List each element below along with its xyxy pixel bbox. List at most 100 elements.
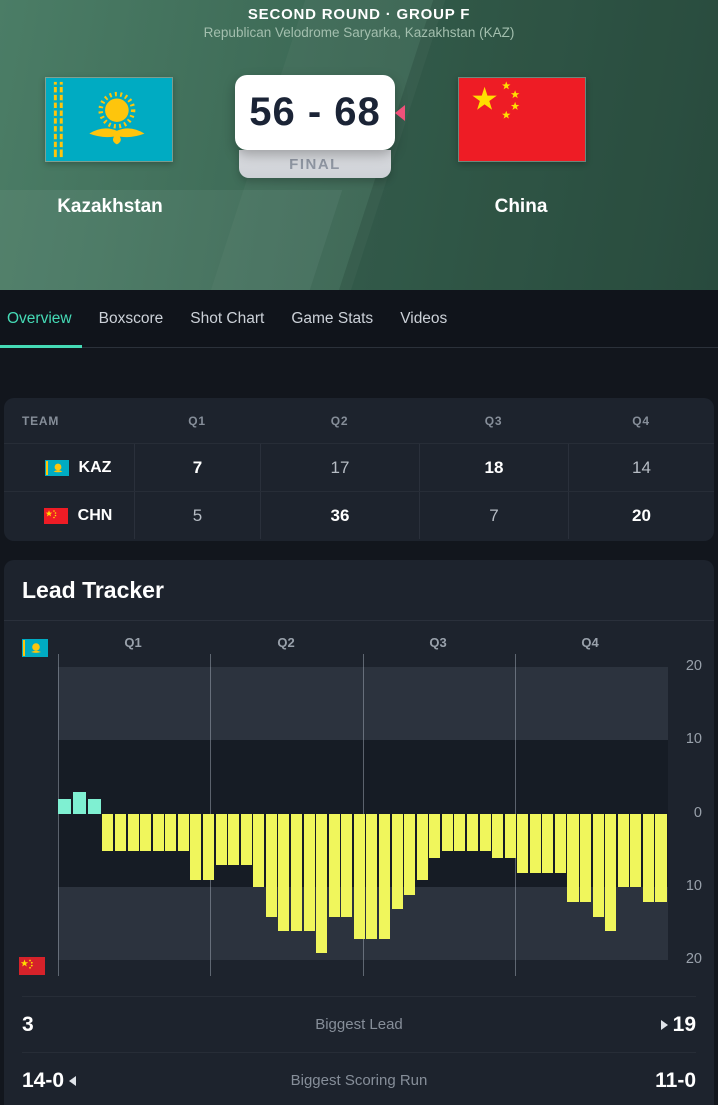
round-title: SECOND ROUND · GROUP F (0, 6, 718, 23)
china-flag (458, 77, 586, 162)
y-axis-label-20-top: 20 (664, 658, 702, 674)
lead-bar (505, 814, 516, 858)
tab-bar: Overview Boxscore Shot Chart Game Stats … (0, 290, 718, 348)
lead-bar (618, 814, 629, 887)
venue-label: Republican Velodrome Saryarka, Kazakhsta… (0, 25, 718, 40)
lead-tracker-stats: Biggest Lead 3 19 Biggest Scoring Run 14… (4, 996, 714, 1105)
lead-bar (88, 799, 101, 814)
col-header-q1: Q1 (134, 414, 260, 428)
lead-bar (593, 814, 604, 917)
chart-q4-label: Q4 (550, 635, 630, 650)
table-header-row: TEAM Q1 Q2 Q3 Q4 (4, 398, 714, 443)
game-status: FINAL (239, 150, 391, 178)
col-header-q3: Q3 (419, 414, 568, 428)
final-score: 56 - 68 (235, 75, 395, 150)
lead-tracker-card: Lead Tracker Q1 Q2 Q3 Q4 20 10 0 10 20 (4, 560, 714, 1105)
lead-tracker-chart: Q1 Q2 Q3 Q4 20 10 0 10 20 (4, 621, 714, 989)
chn-flag-chip (44, 508, 68, 524)
biggest-lead-row: Biggest Lead 3 19 (4, 997, 714, 1052)
kaz-flag-chip (22, 639, 48, 657)
lead-bar (580, 814, 591, 902)
lead-bar (304, 814, 315, 931)
lead-bar (555, 814, 566, 873)
table-row-kaz: KAZ 7 17 18 14 (4, 443, 714, 491)
lead-bar (140, 814, 151, 851)
col-header-q2: Q2 (260, 414, 419, 428)
kaz-q1: 7 (134, 444, 260, 491)
y-axis-label-10-top: 10 (664, 731, 702, 747)
chart-q3-label: Q3 (398, 635, 478, 650)
y-axis-label-10-bottom: 10 (664, 878, 702, 894)
lead-bar (102, 814, 113, 851)
lead-tracker-title: Lead Tracker (4, 560, 714, 620)
lead-bar (655, 814, 666, 902)
lead-bar (278, 814, 289, 931)
chn-q4: 20 (568, 492, 714, 539)
lead-bar (190, 814, 201, 880)
lead-bar (417, 814, 428, 880)
away-team-name: China (411, 196, 631, 218)
chn-flag-chip (19, 957, 45, 975)
biggest-run-row: Biggest Scoring Run 14-0 11-0 (4, 1053, 714, 1105)
lead-bar (567, 814, 578, 902)
lead-bar (58, 799, 71, 814)
lead-bar (165, 814, 176, 851)
kazakhstan-flag (45, 77, 173, 162)
lead-bar (316, 814, 327, 953)
lead-bar (392, 814, 403, 909)
lead-bar (429, 814, 440, 858)
lead-bar (241, 814, 252, 865)
lead-bar (379, 814, 390, 939)
chn-q1: 5 (134, 492, 260, 539)
lead-bar (128, 814, 139, 851)
chn-q2: 36 (260, 492, 419, 539)
quarter-score-table: TEAM Q1 Q2 Q3 Q4 KAZ 7 17 18 14 CHN (4, 398, 714, 541)
tab-boxscore[interactable]: Boxscore (99, 310, 164, 328)
kaz-q2: 17 (260, 444, 419, 491)
lead-bar (530, 814, 541, 873)
lead-bar (517, 814, 528, 873)
lead-bar (216, 814, 227, 865)
game-page: SECOND ROUND · GROUP F Republican Velodr… (0, 0, 718, 1105)
lead-bar (643, 814, 654, 902)
lead-bar (291, 814, 302, 931)
tab-game-stats[interactable]: Game Stats (291, 310, 373, 328)
y-axis-label-20-bottom: 20 (664, 951, 702, 967)
status-label: FINAL (289, 156, 341, 173)
chart-q2-label: Q2 (246, 635, 326, 650)
lead-bar (454, 814, 465, 851)
lead-bar (542, 814, 553, 873)
lead-bar (203, 814, 214, 880)
lead-bar (73, 792, 86, 814)
tab-shot-chart[interactable]: Shot Chart (190, 310, 264, 328)
col-header-q4: Q4 (568, 414, 714, 428)
lead-bar (442, 814, 453, 851)
tab-videos[interactable]: Videos (400, 310, 447, 328)
lead-bar (492, 814, 503, 858)
lead-bar (480, 814, 491, 851)
kaz-flag-chip (45, 460, 69, 476)
score-value: 56 - 68 (249, 90, 381, 135)
col-header-team: TEAM (4, 414, 134, 428)
table-row-chn: CHN 5 36 7 20 (4, 491, 714, 539)
team-code: CHN (78, 507, 113, 525)
tab-overview[interactable]: Overview (7, 310, 72, 328)
lead-bar (404, 814, 415, 895)
lead-bar (341, 814, 352, 917)
biggest-lead-label: Biggest Lead (4, 1016, 714, 1033)
lead-bar (153, 814, 164, 851)
lead-bar (605, 814, 616, 931)
lead-bar (115, 814, 126, 851)
lead-bar (329, 814, 340, 917)
chn-q3: 7 (419, 492, 568, 539)
lead-bar (228, 814, 239, 865)
score-card: 56 - 68 FINAL (235, 75, 395, 178)
biggest-run-label: Biggest Scoring Run (4, 1072, 714, 1089)
y-axis-label-0: 0 (664, 805, 702, 821)
lead-chart-plot (58, 667, 668, 960)
active-tab-underline (0, 345, 82, 348)
kaz-q4: 14 (568, 444, 714, 491)
lead-bar (366, 814, 377, 939)
lead-bar (253, 814, 264, 887)
kaz-q3: 18 (419, 444, 568, 491)
